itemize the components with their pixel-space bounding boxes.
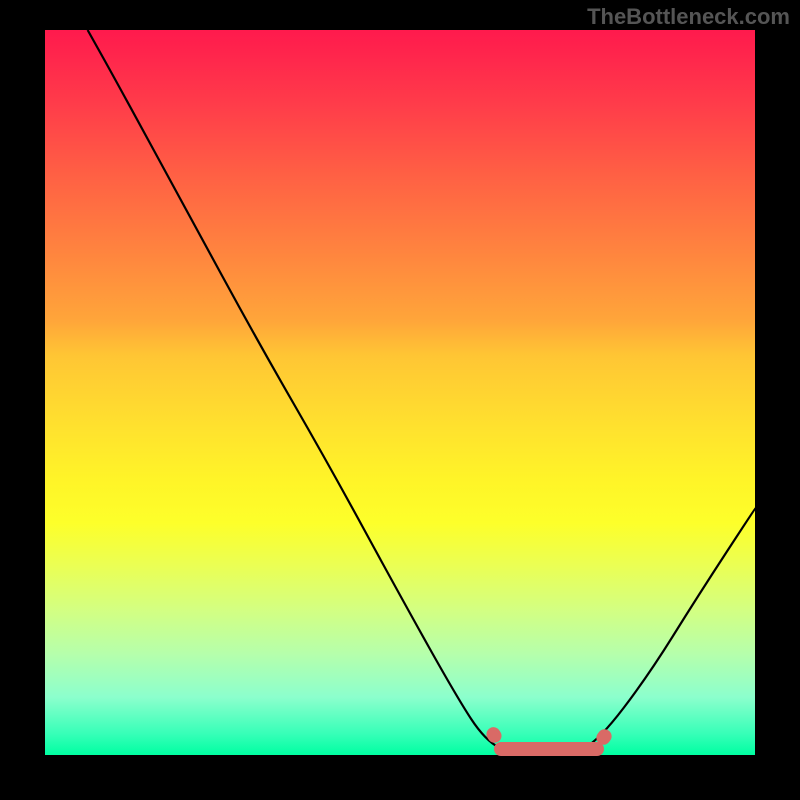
watermark-text: TheBottleneck.com	[587, 4, 790, 30]
curve-svg	[45, 30, 755, 755]
chart-plot-area	[45, 30, 755, 755]
bottleneck-curve	[88, 30, 755, 755]
highlight-segment-flat	[494, 742, 604, 756]
